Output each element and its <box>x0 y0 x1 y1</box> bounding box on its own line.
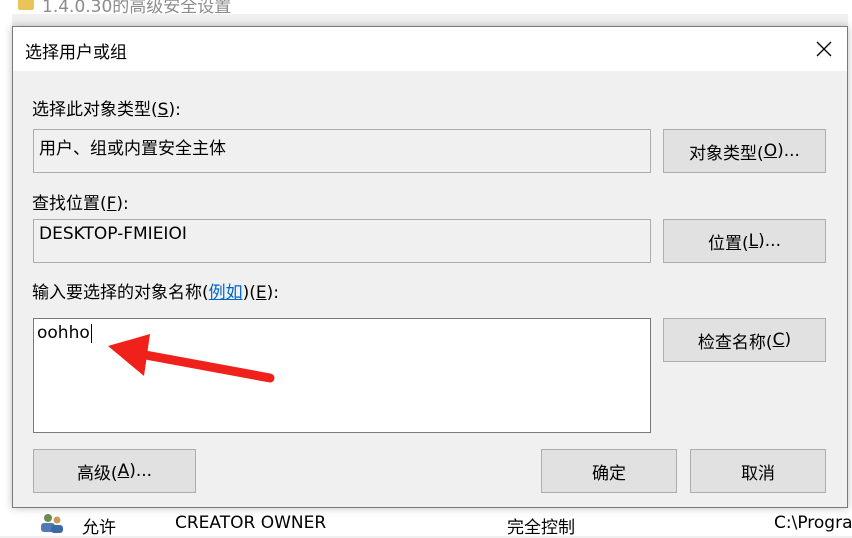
object-names-label-suffix: ): <box>266 283 280 303</box>
locations-button[interactable]: 位置(L)... <box>663 219 826 263</box>
advanced-button-accel: A <box>117 461 130 481</box>
check-names-button[interactable]: 检查名称(C) <box>663 318 826 362</box>
object-names-label-mid: )( <box>242 283 256 303</box>
object-names-label-text: 输入要选择的对象名称( <box>32 283 209 303</box>
check-names-button-accel: C <box>772 330 785 350</box>
location-label-text: 查找位置( <box>32 194 107 214</box>
dialog-title: 选择用户或组 <box>25 43 127 63</box>
location-label: 查找位置(F): <box>32 189 129 214</box>
entry-principal: CREATOR OWNER <box>175 513 327 533</box>
object-types-button[interactable]: 对象类型(O)... <box>663 129 826 173</box>
check-names-button-suffix: ) <box>784 330 792 350</box>
advanced-button[interactable]: 高级(A)... <box>33 449 196 493</box>
object-type-label-accel: S <box>157 100 169 120</box>
object-types-button-text: 对象类型( <box>689 143 764 164</box>
dialog-titlebar: 选择用户或组 <box>13 27 847 71</box>
background-window-right-pane <box>848 14 852 536</box>
folder-icon <box>18 0 34 10</box>
entry-access: 完全控制 <box>507 518 575 538</box>
location-field: DESKTOP-FMIEIOI <box>33 219 651 263</box>
object-type-label-suffix: ): <box>168 100 181 120</box>
entry-type: 允许 <box>82 518 116 538</box>
locations-button-accel: L <box>748 231 759 251</box>
object-types-button-suffix: )... <box>777 141 800 161</box>
select-users-or-groups-dialog: 选择用户或组 选择此对象类型(S): 用户、组或内置安全主体 对象类型(O)..… <box>12 26 848 508</box>
background-window-titlebar: 1.4.0.30的高级安全设置 <box>0 0 852 14</box>
location-label-accel: F <box>106 194 117 214</box>
object-type-label: 选择此对象类型(S): <box>32 95 181 120</box>
cancel-button[interactable]: 取消 <box>690 449 826 493</box>
entry-inherited-from: C:\Progra <box>774 513 852 533</box>
ok-button[interactable]: 确定 <box>541 449 677 493</box>
advanced-button-suffix: )... <box>129 461 153 481</box>
close-icon <box>816 41 832 57</box>
object-names-input[interactable]: oohho <box>33 318 651 433</box>
object-types-button-accel: O <box>763 141 778 161</box>
examples-link[interactable]: 例如 <box>209 283 243 303</box>
object-type-label-text: 选择此对象类型( <box>32 100 158 120</box>
check-names-button-text: 检查名称( <box>697 332 773 353</box>
advanced-button-text: 高级( <box>76 463 118 484</box>
background-window-left-edge <box>0 14 12 536</box>
close-button[interactable] <box>801 27 847 71</box>
object-names-input-value: oohho <box>37 323 90 343</box>
permission-entry-row[interactable]: 允许 CREATOR OWNER 完全控制 C:\Progra <box>0 508 852 538</box>
locations-button-text: 位置( <box>708 233 749 254</box>
location-label-suffix: ): <box>116 194 129 214</box>
background-window-title: 1.4.0.30的高级安全设置 <box>42 0 232 14</box>
object-type-field: 用户、组或内置安全主体 <box>33 129 651 173</box>
object-names-label-accel: E <box>255 283 267 303</box>
object-names-label: 输入要选择的对象名称(例如)(E): <box>32 278 279 303</box>
users-icon <box>41 514 63 533</box>
text-caret <box>90 323 92 343</box>
locations-button-suffix: )... <box>758 231 781 251</box>
